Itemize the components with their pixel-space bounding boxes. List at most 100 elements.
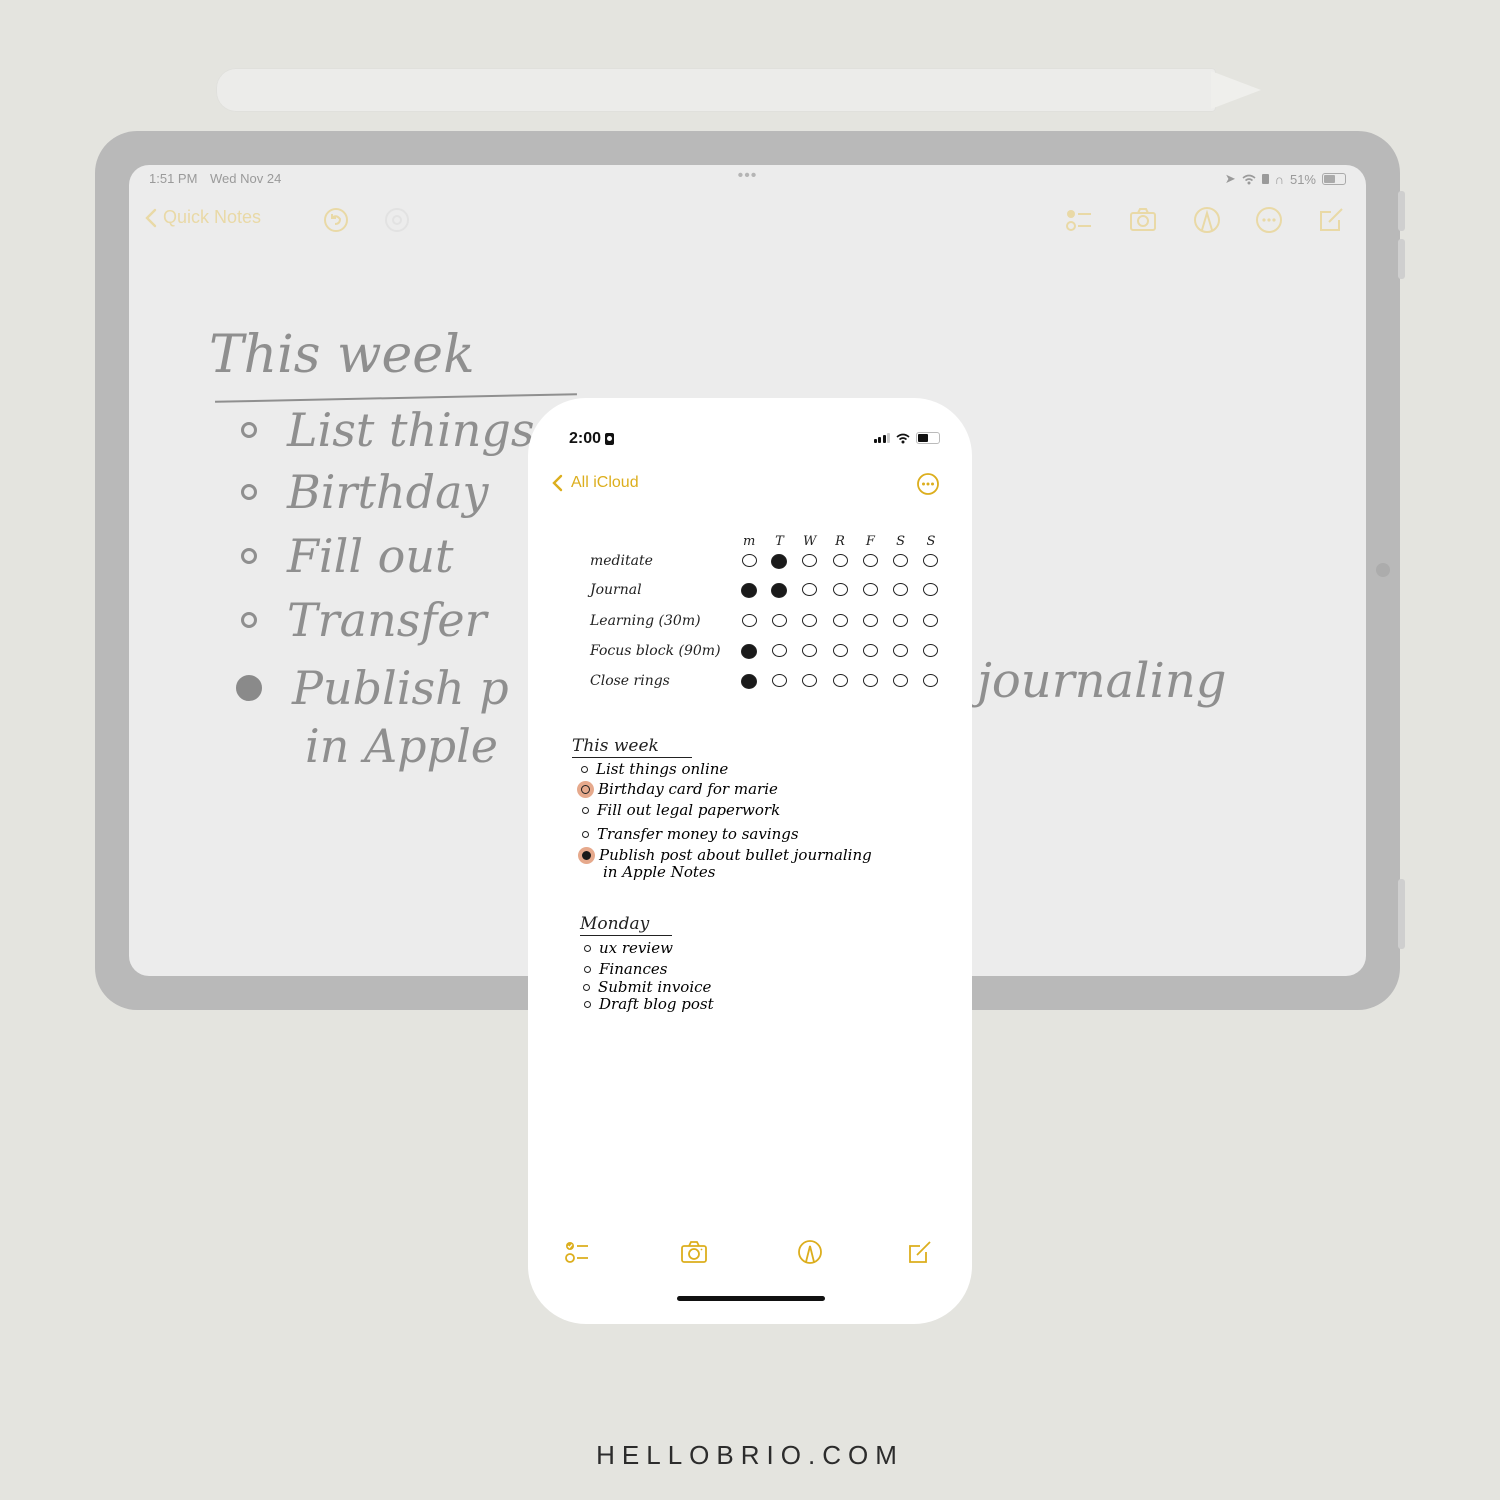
habit-cell[interactable] bbox=[916, 644, 946, 659]
more-icon bbox=[917, 473, 939, 495]
task-item[interactable]: Submit invoice bbox=[583, 978, 711, 996]
chevron-left-icon bbox=[552, 474, 563, 492]
habit-circles bbox=[734, 583, 946, 598]
habit-cell[interactable] bbox=[734, 614, 764, 627]
open-bullet-icon bbox=[584, 1000, 591, 1008]
habit-cell[interactable] bbox=[734, 674, 764, 689]
empty-circle-icon bbox=[862, 674, 878, 687]
task-text: Fill out legal paperwork bbox=[597, 801, 781, 819]
compose-icon bbox=[909, 1241, 931, 1263]
task-item[interactable]: Finances bbox=[584, 960, 667, 978]
markup-icon bbox=[798, 1240, 822, 1264]
habit-cell[interactable] bbox=[825, 583, 855, 598]
iphone-nav-bar: All iCloud bbox=[552, 470, 940, 500]
back-button[interactable]: Quick Notes bbox=[145, 207, 261, 228]
undo-button[interactable] bbox=[321, 205, 351, 235]
back-button[interactable]: All iCloud bbox=[552, 474, 639, 492]
habit-cell[interactable] bbox=[764, 554, 794, 569]
home-indicator[interactable] bbox=[677, 1296, 825, 1301]
more-button[interactable] bbox=[916, 472, 940, 501]
habit-cell[interactable] bbox=[825, 644, 855, 659]
iphone-status-bar: 2:00 bbox=[569, 430, 940, 450]
task-text: in Apple Notes bbox=[603, 863, 716, 881]
empty-circle-icon bbox=[802, 583, 818, 596]
chevron-left-icon bbox=[145, 208, 157, 227]
habit-cell[interactable] bbox=[916, 614, 946, 627]
habit-cell[interactable] bbox=[764, 644, 794, 659]
empty-circle-icon bbox=[832, 583, 848, 596]
task-item[interactable]: in Apple Notes bbox=[603, 863, 715, 881]
camera-button[interactable] bbox=[1128, 205, 1158, 235]
wifi-icon bbox=[896, 433, 910, 443]
habit-row: Close rings bbox=[586, 670, 939, 694]
habit-cell[interactable] bbox=[825, 614, 855, 627]
checklist-button[interactable] bbox=[1064, 205, 1094, 235]
open-bullet-icon bbox=[583, 983, 590, 991]
checklist-button[interactable] bbox=[564, 1238, 594, 1268]
empty-circle-icon bbox=[802, 674, 818, 687]
habit-cell[interactable] bbox=[885, 554, 915, 569]
habit-name: Close rings bbox=[590, 673, 670, 689]
empty-circle-icon bbox=[862, 583, 878, 596]
habit-cell[interactable] bbox=[825, 554, 855, 569]
task-item[interactable]: List things online bbox=[581, 760, 728, 778]
habit-row: Focus block (90m) bbox=[586, 640, 939, 664]
habit-cell[interactable] bbox=[795, 674, 825, 689]
habit-cell[interactable] bbox=[916, 674, 946, 689]
habit-cell[interactable] bbox=[885, 674, 915, 689]
monday-section: Monday bbox=[580, 914, 672, 937]
task-item[interactable]: ux review bbox=[584, 939, 673, 957]
compose-button[interactable] bbox=[906, 1238, 936, 1268]
habit-cell[interactable] bbox=[855, 674, 885, 689]
habit-cell[interactable] bbox=[764, 674, 794, 689]
habit-name: Journal bbox=[590, 582, 642, 598]
habit-cell[interactable] bbox=[734, 644, 764, 659]
markup-button[interactable] bbox=[1192, 205, 1222, 235]
empty-circle-icon bbox=[893, 644, 909, 657]
task-item[interactable]: Draft blog post bbox=[584, 995, 714, 1013]
habit-cell[interactable] bbox=[916, 554, 946, 569]
redo-button[interactable] bbox=[382, 205, 412, 235]
ipad-title-underline bbox=[215, 393, 577, 403]
habit-row: meditate bbox=[586, 550, 939, 574]
habit-cell[interactable] bbox=[885, 583, 915, 598]
habit-cell[interactable] bbox=[855, 614, 885, 627]
habit-cell[interactable] bbox=[855, 554, 885, 569]
habit-cell[interactable] bbox=[795, 614, 825, 627]
compose-button[interactable] bbox=[1316, 205, 1346, 235]
open-bullet-icon bbox=[241, 612, 257, 628]
compose-icon bbox=[1320, 208, 1343, 231]
habit-cell[interactable] bbox=[734, 554, 764, 569]
task-item[interactable]: Birthday card for marie bbox=[581, 780, 778, 798]
wifi-icon bbox=[1242, 174, 1256, 184]
habit-cell[interactable] bbox=[825, 674, 855, 689]
empty-circle-icon bbox=[923, 644, 939, 657]
habit-cell[interactable] bbox=[855, 583, 885, 598]
empty-circle-icon bbox=[771, 614, 787, 627]
habit-cell[interactable] bbox=[885, 644, 915, 659]
apple-pencil bbox=[216, 68, 1261, 112]
task-item[interactable]: Fill out legal paperwork bbox=[582, 801, 780, 819]
habit-cell[interactable] bbox=[764, 583, 794, 598]
habit-cell[interactable] bbox=[916, 583, 946, 598]
day-header: R bbox=[835, 534, 845, 549]
markup-button[interactable] bbox=[796, 1238, 826, 1268]
iphone-time-text: 2:00 bbox=[569, 430, 602, 447]
task-item[interactable]: Transfer money to savings bbox=[582, 825, 799, 843]
filled-circle-icon bbox=[771, 583, 788, 598]
camera-button[interactable] bbox=[680, 1238, 710, 1268]
habit-cell[interactable] bbox=[734, 583, 764, 598]
multitasking-dots[interactable]: ••• bbox=[738, 167, 758, 185]
habit-cell[interactable] bbox=[855, 644, 885, 659]
undo-icon bbox=[324, 208, 348, 232]
ipad-note-title: This week bbox=[209, 325, 475, 385]
habit-cell[interactable] bbox=[885, 614, 915, 627]
habit-cell[interactable] bbox=[795, 583, 825, 598]
habit-cell[interactable] bbox=[795, 554, 825, 569]
task-item[interactable]: Publish post about bullet journaling bbox=[582, 846, 872, 864]
more-button[interactable] bbox=[1254, 205, 1284, 235]
habit-cell[interactable] bbox=[795, 644, 825, 659]
day-headers: m T W R F S S bbox=[734, 534, 946, 549]
empty-circle-icon bbox=[832, 674, 848, 687]
habit-cell[interactable] bbox=[764, 614, 794, 627]
